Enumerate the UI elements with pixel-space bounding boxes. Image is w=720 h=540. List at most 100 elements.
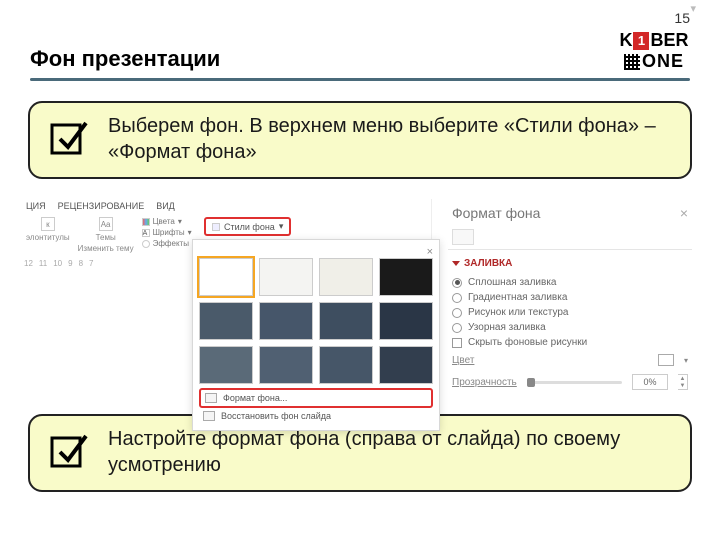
background-styles-button-highlight: Стили фона ▾ (204, 217, 291, 236)
style-thumbnail (259, 346, 313, 384)
format-background-pane: Формат фона ▾ × ЗАЛИВКА Сплошная заливка… (448, 199, 698, 394)
caret-down-icon (452, 261, 460, 266)
fill-option-label: Узорная заливка (468, 322, 546, 333)
ribbon-tab: ЦИЯ (26, 201, 46, 211)
radio-selected-icon (452, 278, 462, 288)
ruler-tick: 8 (79, 259, 83, 268)
qr-icon (624, 54, 640, 70)
fill-option-label: Сплошная заливка (468, 277, 556, 288)
style-thumbnail (319, 302, 373, 340)
ruler-tick: 10 (53, 259, 62, 268)
fill-tool-icon (452, 229, 474, 245)
fill-option-label: Градиентная заливка (468, 292, 567, 303)
transparency-label: Прозрачность (452, 377, 517, 388)
themes-label: Темы (96, 233, 116, 242)
background-styles-dropdown: × Формат фона... Восстановить фон слайда (192, 239, 440, 431)
effects-icon (142, 240, 150, 248)
themes-aa-icon: Aa (99, 217, 113, 231)
spinner-icon: ▲▼ (678, 374, 688, 390)
color-label: Цвет (452, 355, 474, 366)
checkbox-checked-icon (48, 430, 88, 470)
ruler-tick: 12 (24, 259, 33, 268)
fill-option: Сплошная заливка (448, 275, 692, 290)
logo: K 1 BER ONE (618, 30, 690, 72)
format-bg-label: Формат фона... (223, 393, 287, 403)
style-thumbnail (199, 346, 253, 384)
change-theme-label: Изменить тему (78, 244, 134, 253)
fill-option: Рисунок или текстура (448, 305, 692, 320)
dropdown-close: × (199, 246, 433, 258)
restore-bg-label: Восстановить фон слайда (221, 411, 331, 421)
style-thumbnail (319, 258, 373, 296)
fill-option: Градиентная заливка (448, 290, 692, 305)
logo-letter-k: K (619, 30, 632, 51)
themes-block: Aa Темы Изменить тему (78, 217, 134, 253)
checkbox-icon (452, 338, 462, 348)
bg-styles-icon (212, 223, 220, 231)
pane-section-label: ЗАЛИВКА (464, 258, 512, 269)
style-thumbnail (199, 302, 253, 340)
slider-thumb-icon (527, 378, 535, 387)
style-thumbnail (379, 346, 433, 384)
variant-options: Цвета▾ AШрифты▾ Эффекты▾ (142, 217, 196, 248)
logo-ber: BER (650, 30, 688, 51)
ribbon-block: к элонтитулы (26, 217, 70, 242)
transparency-row: Прозрачность 0% ▲▼ (448, 370, 692, 394)
radio-icon (452, 308, 462, 318)
style-thumbnail (259, 258, 313, 296)
fill-option: Узорная заливка (448, 320, 692, 335)
ruler-tick: 9 (68, 259, 72, 268)
colors-label: Цвета (153, 217, 175, 226)
logo-one: ONE (642, 51, 684, 72)
header-divider (30, 78, 690, 81)
pane-title: Формат фона (452, 205, 540, 221)
color-row: Цвет ▾ (448, 350, 692, 370)
radio-icon (452, 293, 462, 303)
style-thumbnail (379, 302, 433, 340)
style-thumbnail (199, 258, 253, 296)
page-number: 15 (674, 10, 690, 26)
fonts-label: Шрифты (153, 228, 185, 237)
colontitle-icon: к (41, 217, 55, 231)
hide-bg-checkbox: Скрыть фоновые рисунки (448, 335, 692, 350)
pane-divider (448, 249, 692, 250)
transparency-value: 0% (632, 374, 668, 390)
ruler-tick: 7 (89, 259, 93, 268)
effects-label: Эффекты (153, 239, 189, 248)
radio-icon (452, 323, 462, 333)
checkbox-checked-icon (48, 117, 88, 157)
format-background-item-highlight: Формат фона... (199, 388, 433, 408)
fonts-icon: A (142, 229, 150, 237)
page-title: Фон презентации (30, 46, 220, 72)
style-grid (199, 258, 433, 384)
colors-icon (142, 218, 150, 226)
callout-1: Выберем фон. В верхнем меню выберите «Ст… (28, 101, 692, 179)
pin-icon: ▾ (690, 2, 696, 15)
powerpoint-ribbon-screenshot: ЦИЯ РЕЦЕНЗИРОВАНИЕ ВИД к элонтитулы Aa Т… (22, 199, 432, 394)
pane-section-header: ЗАЛИВКА (448, 256, 692, 275)
restore-background-item: Восстановить фон слайда (199, 408, 433, 424)
ribbon-tab: ВИД (156, 201, 175, 211)
color-swatch-icon (658, 354, 674, 366)
illustration-row: ЦИЯ РЕЦЕНЗИРОВАНИЕ ВИД к элонтитулы Aa Т… (0, 199, 720, 394)
restore-bg-icon (203, 411, 215, 421)
ribbon-tabs: ЦИЯ РЕЦЕНЗИРОВАНИЕ ВИД (22, 199, 431, 215)
ribbon-tab: РЕЦЕНЗИРОВАНИЕ (58, 201, 145, 211)
ruler-tick: 11 (39, 259, 47, 268)
transparency-slider (527, 381, 622, 384)
colontitle-label: элонтитулы (26, 233, 70, 242)
hide-bg-label: Скрыть фоновые рисунки (468, 337, 587, 348)
format-bg-icon (205, 393, 217, 403)
callout-2-text: Настройте формат фона (справа от слайда)… (108, 426, 672, 478)
style-thumbnail (319, 346, 373, 384)
style-thumbnail (379, 258, 433, 296)
style-thumbnail (259, 302, 313, 340)
chevron-down-icon: ▾ (684, 356, 688, 365)
chevron-down-icon: ▾ (279, 221, 284, 232)
fill-option-label: Рисунок или текстура (468, 307, 569, 318)
logo-badge-1: 1 (633, 32, 649, 50)
header: Фон презентации K 1 BER ONE (0, 0, 720, 78)
bg-styles-label: Стили фона (224, 222, 275, 232)
close-icon: × (680, 205, 688, 221)
callout-1-text: Выберем фон. В верхнем меню выберите «Ст… (108, 113, 672, 165)
